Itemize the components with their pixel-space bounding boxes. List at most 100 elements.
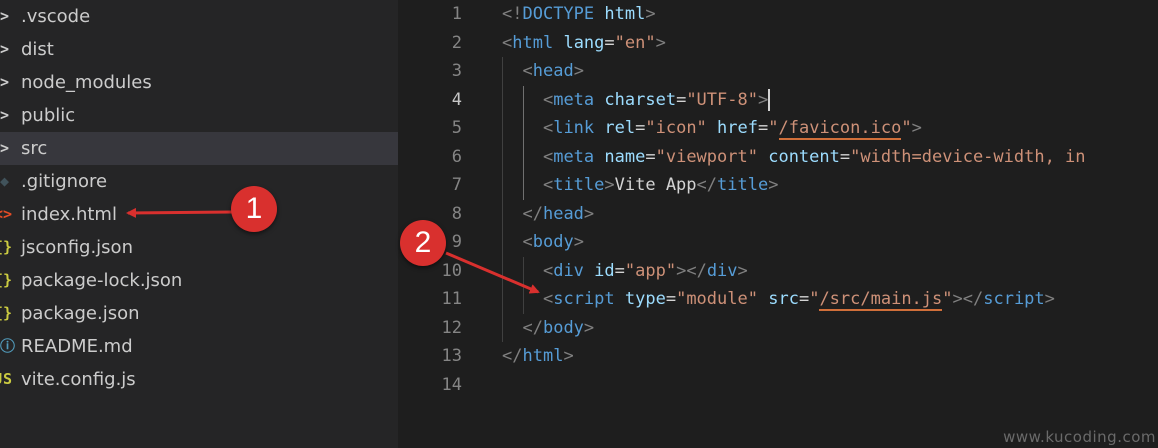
code-token: "module" <box>676 289 758 309</box>
code-token: link <box>553 118 595 138</box>
code-token: > <box>573 232 584 252</box>
explorer-item-label: dist <box>21 39 54 60</box>
code-line[interactable]: <div id="app"></div> <box>502 257 748 285</box>
indent-guide <box>502 57 503 342</box>
code-line[interactable]: </html> <box>502 342 574 370</box>
annotation-badge-2: 2 <box>400 220 446 266</box>
json-file-icon: {} <box>0 271 13 289</box>
code-line[interactable]: <head> <box>502 57 584 85</box>
code-editor[interactable]: 1 <!DOCTYPE html> 2 <html lang="en"> 3 <head… <box>398 0 1158 448</box>
explorer-item-label: vite.config.js <box>21 369 136 390</box>
code-token: > <box>645 4 656 24</box>
code-token: meta <box>553 89 595 110</box>
explorer-item-label: index.html <box>21 204 117 225</box>
explorer-item-label: .vscode <box>21 6 91 27</box>
explorer-item-readme-md[interactable]: ⓘ README.md <box>0 330 398 363</box>
code-token: rel <box>604 118 636 138</box>
explorer-item-label: package.json <box>21 303 140 324</box>
watermark: www.kucoding.com <box>1003 428 1156 446</box>
code-token: content <box>768 146 840 167</box>
annotation-badge-1: 1 <box>231 186 277 232</box>
code-token: > <box>911 118 922 138</box>
code-token: </ <box>522 317 543 338</box>
json-file-icon: {} <box>0 238 13 256</box>
code-link[interactable]: /favicon.ico <box>778 118 902 140</box>
explorer-item-src[interactable]: > src <box>0 132 398 165</box>
code-token: div <box>553 260 584 281</box>
code-token: < <box>542 289 554 309</box>
code-line[interactable]: <meta charset="UTF-8"> <box>502 86 771 114</box>
code-token: head <box>532 61 574 81</box>
explorer-item-label: jsconfig.json <box>21 237 133 258</box>
code-token: name <box>604 146 646 167</box>
code-token: " <box>809 289 820 309</box>
chevron-right-icon: > <box>0 139 10 157</box>
code-token: " <box>901 118 912 138</box>
code-line[interactable]: <html lang="en"> <box>502 29 666 57</box>
code-token: > <box>583 203 595 224</box>
code-token: meta <box>553 146 595 167</box>
code-line[interactable]: <script type="module" src="/src/main.js"… <box>502 285 1055 313</box>
code-token: DOCTYPE <box>522 4 595 24</box>
explorer-item-label: package-lock.json <box>21 270 183 291</box>
js-file-icon: JS <box>0 370 13 388</box>
code-token: html <box>604 4 646 24</box>
explorer-item-package-json[interactable]: {} package.json <box>0 297 398 330</box>
code-token: title <box>553 175 605 195</box>
explorer-item-vite-config-js[interactable]: JS vite.config.js <box>0 363 398 396</box>
code-token: script <box>983 289 1045 309</box>
code-line[interactable]: </head> <box>502 200 594 228</box>
code-token: title <box>717 175 769 195</box>
explorer-item-node-modules[interactable]: > node_modules <box>0 66 398 99</box>
code-line[interactable]: <link rel="icon" href="/favicon.ico"> <box>502 114 922 142</box>
code-token: > <box>583 317 595 338</box>
explorer-item-index-html[interactable]: <> index.html <box>0 198 398 231</box>
code-token: > <box>1044 289 1055 309</box>
code-token: > <box>573 61 584 81</box>
code-token: <! <box>502 4 523 24</box>
code-token: = <box>758 118 769 138</box>
text-cursor <box>768 88 771 111</box>
line-number: 6 <box>451 146 462 167</box>
code-line[interactable]: <meta name="viewport" content="width=dev… <box>502 143 1086 171</box>
code-line[interactable]: <!DOCTYPE html> <box>502 0 656 28</box>
code-token: < <box>542 175 554 195</box>
code-line[interactable]: <body> <box>502 228 584 256</box>
line-number: 12 <box>441 317 462 338</box>
code-token: "UTF-8" <box>686 89 758 110</box>
explorer-item-gitignore[interactable]: ◆ .gitignore <box>0 165 398 198</box>
json-file-icon: {} <box>0 304 13 322</box>
explorer-item-package-lock-json[interactable]: {} package-lock.json <box>0 264 398 297</box>
explorer-item-vscode[interactable]: > .vscode <box>0 0 398 33</box>
explorer-item-public[interactable]: > public <box>0 99 398 132</box>
explorer-item-label: public <box>21 105 76 126</box>
code-token: < <box>542 146 554 167</box>
explorer-item-dist[interactable]: > dist <box>0 33 398 66</box>
indent-guide <box>523 85 524 200</box>
code-token: href <box>717 118 758 138</box>
line-number: 7 <box>451 175 462 195</box>
code-token: = <box>645 146 656 167</box>
chevron-right-icon: > <box>0 7 10 25</box>
code-line[interactable]: <title>Vite App</title> <box>502 171 779 199</box>
code-link[interactable]: /src/main.js <box>819 289 943 311</box>
line-number: 3 <box>451 61 462 81</box>
line-number: 14 <box>441 374 462 395</box>
file-explorer: > .vscode > dist > node_modules > public > src ◆ .g… <box>0 0 398 448</box>
code-token: body <box>532 232 574 252</box>
code-token: < <box>542 89 554 110</box>
chevron-right-icon: > <box>0 73 10 91</box>
code-token: = <box>839 146 851 167</box>
explorer-item-jsconfig-json[interactable]: {} jsconfig.json <box>0 231 398 264</box>
code-line[interactable]: </body> <box>502 314 594 342</box>
code-token: "app" <box>624 260 677 281</box>
line-number: 11 <box>441 289 462 309</box>
